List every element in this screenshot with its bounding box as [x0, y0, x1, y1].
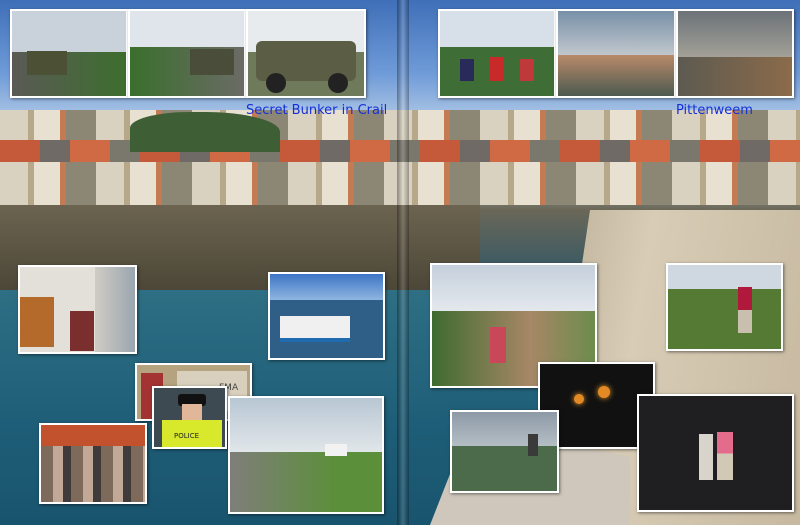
photo-fishing-boats-harbour: [268, 272, 385, 360]
book-fold: [397, 0, 409, 525]
photo-windmill-evening: [450, 410, 559, 493]
caption-pittenweem: Pittenweem: [676, 103, 753, 118]
photo-military-truck-at-gate: [10, 9, 128, 98]
photo-tour-group-outside-cottage: [39, 423, 147, 504]
photo-people-seated-outdoors: [438, 9, 556, 98]
photo-couple-night-walk: [637, 394, 794, 512]
photo-sea-rocks-dusk: [676, 9, 794, 98]
police-vest-text: POLICE: [174, 432, 200, 440]
background-hillside-trees: [130, 112, 280, 152]
photo-book-spread: Secret Bunker in Crail Pittenweem FMA PO…: [0, 0, 800, 525]
photo-coastal-village-view: [556, 9, 676, 98]
photo-coastal-path-bench: [228, 396, 384, 514]
photo-armoured-car: [246, 9, 366, 98]
photo-man-walking-field-caravans: [666, 263, 783, 351]
photo-police-officer: POLICE: [152, 386, 227, 449]
caption-secret-bunker-crail: Secret Bunker in Crail: [246, 103, 388, 118]
photo-army-vehicle-road: [128, 9, 246, 98]
photo-bunker-interior-corridor: [18, 265, 137, 354]
